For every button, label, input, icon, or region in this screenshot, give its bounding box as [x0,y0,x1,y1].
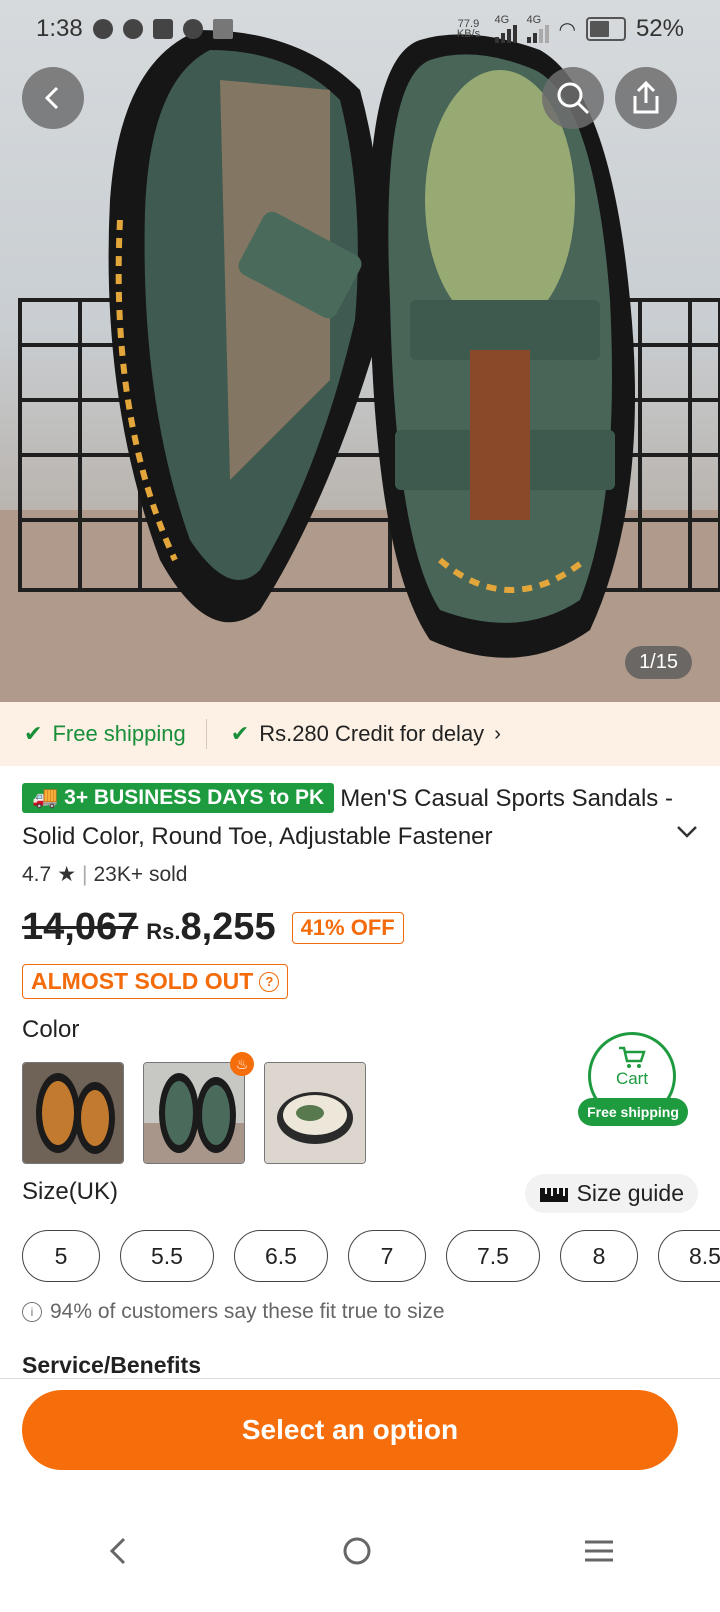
share-button[interactable] [615,67,677,129]
nav-home-icon[interactable] [342,1536,372,1566]
mail-icon [212,19,233,39]
cart-free-shipping: Free shipping [578,1098,688,1126]
service-benefits-title[interactable]: Service/Benefits [22,1352,201,1379]
swatch-image [144,1063,244,1163]
product-title[interactable]: 🚚 3+ BUSINESS DAYS to PK Men'S Casual Sp… [22,780,692,856]
size-guide-button[interactable]: Size guide [524,1174,698,1213]
fit-note: i 94% of customers say these fit true to… [22,1300,445,1324]
help-icon: ? [259,971,280,992]
stock-badge[interactable]: ALMOST SOLD OUT ? [22,964,289,999]
current-price: 8,255 [180,906,276,948]
color-swatch-brown[interactable] [22,1062,124,1164]
size-option[interactable]: 8 [560,1230,638,1282]
truck-icon: 🚚 [32,786,59,809]
color-label: Color [22,1016,80,1043]
system-nav-bar [0,1490,720,1612]
rating-row[interactable]: 4.7 ★ | 23K+ sold [22,862,188,887]
size-option[interactable]: 7 [348,1230,426,1282]
status-left: 1:38 [36,15,233,43]
battery-level: 52% [635,15,684,42]
discount-badge: 41% OFF [291,911,404,944]
swatch-image [23,1063,123,1163]
delivery-badge: 🚚 3+ BUSINESS DAYS to PK [22,783,335,813]
size-guide-label: Size guide [576,1180,684,1206]
color-swatch-green[interactable] [143,1062,245,1164]
shipping-strip[interactable]: ✔ Free shipping ✔ Rs.280 Credit for dela… [0,702,720,766]
hot-icon: ♨ [230,1052,254,1076]
chat-icon [182,19,203,39]
size-label: Size(UK) [22,1178,119,1205]
sold-count: 23K+ sold [93,862,188,886]
search-button[interactable] [542,67,604,129]
image-counter: 1/15 [625,646,692,679]
rating-value: 4.7 [22,862,52,886]
ruler-icon [539,1187,568,1202]
size-options: 5 5.5 6.5 7 7.5 8 8.5 [22,1230,720,1282]
delay-credit-label: Rs.280 Credit for delay [259,721,485,746]
signal-icon: 4G [494,15,517,43]
battery-icon [585,17,626,41]
size-option[interactable]: 7.5 [446,1230,540,1282]
swatch-image [265,1063,365,1163]
select-option-button[interactable]: Select an option [22,1390,678,1470]
size-option[interactable]: 5 [22,1230,100,1282]
share-icon [633,81,659,114]
free-shipping-info[interactable]: ✔ Free shipping [0,721,186,747]
chevron-right-icon: › [494,722,501,745]
nav-back-icon[interactable] [106,1536,130,1566]
expand-title-button[interactable] [676,818,698,846]
free-shipping-label: Free shipping [52,721,186,746]
network-speed: 77.9 KB/s [456,18,481,40]
wifi-icon: ◠ [558,18,576,41]
status-bar: 1:38 77.9 KB/s 4G 4G ◠ 52% [0,0,720,58]
back-button[interactable] [22,67,84,129]
chevron-down-icon [677,826,697,838]
cart-button[interactable]: Cart Free shipping [578,1032,688,1132]
signal-icon-2: 4G [526,15,549,43]
delivery-badge-text: 3+ BUSINESS DAYS to PK [64,786,325,809]
product-image[interactable] [0,0,720,720]
nav-menu-icon[interactable] [584,1539,614,1563]
status-time: 1:38 [36,15,83,42]
currency-label: Rs. [146,919,181,944]
bottom-divider [0,1378,720,1379]
star-icon: ★ [57,863,77,886]
separator: | [82,862,88,886]
app-icon [152,19,173,39]
cart-label: Cart [615,1069,649,1088]
size-option[interactable]: 8.5 [658,1230,720,1282]
facebook-icon [122,19,143,39]
size-option[interactable]: 5.5 [120,1230,214,1282]
info-icon: i [22,1302,42,1322]
stock-label: ALMOST SOLD OUT [31,968,254,994]
search-icon [557,82,590,115]
delay-credit-info[interactable]: ✔ Rs.280 Credit for delay › [207,721,501,747]
whatsapp-icon [92,19,113,39]
chevron-left-icon [44,86,59,110]
fit-note-text: 94% of customers say these fit true to s… [50,1300,445,1323]
status-right: 77.9 KB/s 4G 4G ◠ 52% [453,15,684,43]
original-price: 14,067 [22,906,139,948]
color-swatch-beige[interactable] [264,1062,366,1164]
cart-icon [619,1046,646,1068]
check-icon: ✔ [230,721,250,746]
check-icon: ✔ [24,721,43,746]
price-row: 14,067 Rs. 8,255 41% OFF [22,906,404,949]
sandals-photo [0,30,720,720]
size-option[interactable]: 6.5 [234,1230,328,1282]
